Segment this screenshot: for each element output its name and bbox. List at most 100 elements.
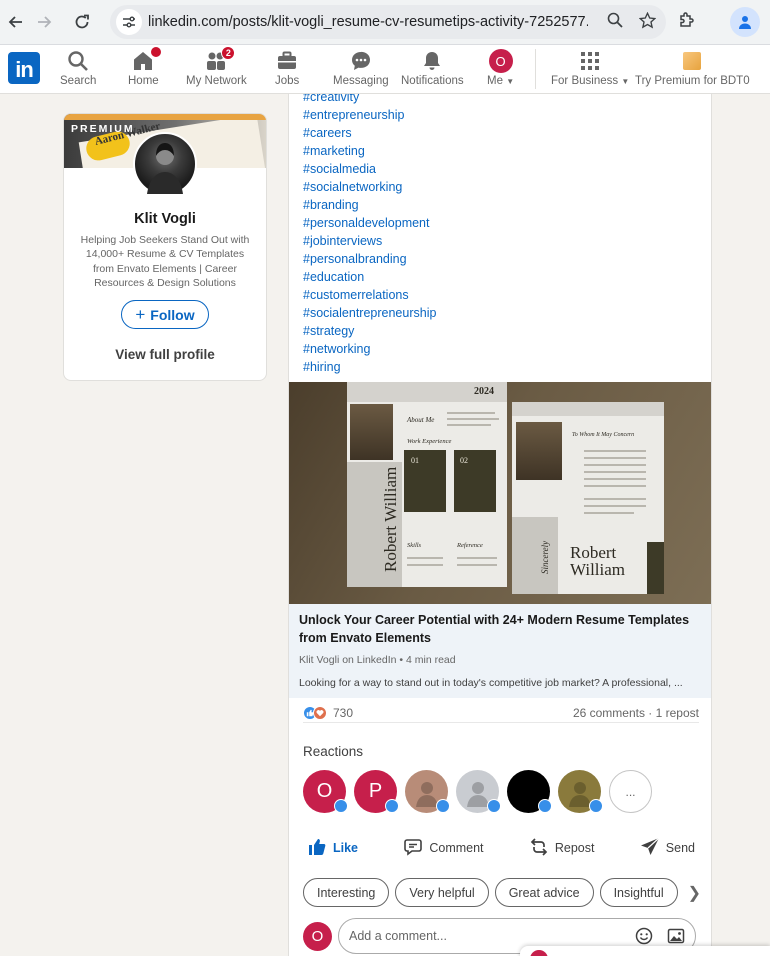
author-avatar[interactable] — [133, 132, 197, 196]
bookmark-star-icon[interactable] — [638, 11, 657, 34]
like-reaction-icon — [589, 799, 603, 813]
suggestion-chip[interactable]: Insightful — [599, 878, 678, 907]
hashtag-link[interactable]: #careers — [303, 124, 436, 142]
reload-icon[interactable] — [67, 7, 97, 37]
resume-name-vertical: Robert William — [381, 466, 400, 572]
reactor-avatar[interactable]: P — [354, 770, 399, 813]
thumbs-up-icon — [307, 837, 327, 860]
article-author: Klit Vogli on LinkedIn • 4 min read — [299, 654, 456, 666]
nav-me[interactable]: O Me ▼ — [487, 49, 514, 87]
hashtag-link[interactable]: #entrepreneurship — [303, 106, 436, 124]
view-full-profile-link[interactable]: View full profile — [64, 347, 266, 362]
send-icon — [640, 837, 660, 860]
bell-icon — [421, 49, 443, 73]
nav-messaging[interactable]: Messaging — [333, 49, 389, 87]
comments-reposts-count[interactable]: 26 comments · 1 repost — [573, 706, 699, 720]
browser-profile-icon[interactable] — [730, 7, 760, 37]
resume-year: 2024 — [474, 386, 494, 397]
nav-home[interactable]: Home — [128, 46, 163, 87]
follow-button[interactable]: + Follow — [121, 300, 209, 329]
reactor-avatar[interactable] — [507, 770, 552, 813]
banner-premium-text: PREMIUM — [71, 123, 135, 135]
reactor-avatar[interactable] — [405, 770, 450, 813]
hashtag-link[interactable]: #branding — [303, 196, 436, 214]
home-icon — [132, 46, 163, 73]
reactor-avatar[interactable]: O — [303, 770, 348, 813]
address-bar[interactable]: linkedin.com/posts/klit-vogli_resume-cv-… — [110, 5, 666, 39]
comment-label: Comment — [429, 841, 484, 855]
article-preview[interactable]: Unlock Your Career Potential with 24+ Mo… — [289, 604, 711, 698]
linkedin-logo-icon[interactable]: in — [8, 52, 40, 84]
reactions-heading: Reactions — [303, 744, 364, 759]
comment-button[interactable]: Comment — [399, 834, 487, 862]
send-button[interactable]: Send — [636, 834, 699, 862]
hashtag-link[interactable]: #personaldevelopment — [303, 214, 436, 232]
reaction-summary[interactable]: 730 — [303, 705, 354, 720]
hashtag-link[interactable]: #strategy — [303, 322, 436, 340]
like-reaction-icon — [538, 799, 552, 813]
hashtag-link[interactable]: #networking — [303, 340, 436, 358]
work-item-number-1: 01 — [411, 456, 419, 465]
nav-jobs[interactable]: Jobs — [275, 49, 299, 87]
reactor-letter: ... — [625, 784, 636, 799]
author-name[interactable]: Klit Vogli — [64, 211, 266, 227]
browser-toolbar: linkedin.com/posts/klit-vogli_resume-cv-… — [0, 0, 770, 45]
extensions-icon[interactable] — [678, 11, 696, 34]
resume-name-line-2: William — [570, 560, 626, 579]
author-profile-card: Aaron Walker PREMIUM Klit Vogli Helping … — [63, 113, 267, 381]
send-label: Send — [665, 841, 695, 855]
zoom-icon[interactable] — [607, 12, 623, 34]
reactions-count: 730 — [333, 705, 354, 720]
nav-try-premium-label: Try Premium for BDT0 — [635, 75, 750, 87]
reactor-avatar[interactable] — [558, 770, 603, 813]
resume-mockup-2: To Whom It May Concern Sincerely Robert … — [512, 402, 664, 594]
hashtag-link[interactable]: #marketing — [303, 142, 436, 160]
hashtag-link[interactable]: #education — [303, 268, 436, 286]
chevron-right-icon[interactable]: ❯ — [688, 883, 701, 903]
hashtag-link[interactable]: #socialmedia — [303, 160, 436, 178]
repost-button[interactable]: Repost — [525, 834, 599, 862]
work-item-number-2: 02 — [460, 456, 468, 465]
nav-my-network[interactable]: 2 My Network — [186, 46, 247, 87]
url-text[interactable]: linkedin.com/posts/klit-vogli_resume-cv-… — [148, 14, 588, 30]
nav-my-network-label: My Network — [186, 75, 247, 87]
hashtag-link[interactable]: #socialnetworking — [303, 178, 436, 196]
suggestion-chip[interactable]: Interesting — [303, 878, 390, 907]
nav-home-label: Home — [128, 75, 159, 87]
article-title[interactable]: Unlock Your Career Potential with 24+ Mo… — [299, 611, 699, 647]
like-reaction-icon — [436, 799, 450, 813]
love-reaction-icon — [313, 705, 327, 720]
article-image[interactable]: 2024 About Me Work Experience 01 02 Robe… — [289, 382, 711, 604]
nav-notifications[interactable]: Notifications — [401, 49, 464, 87]
image-icon[interactable] — [667, 927, 685, 948]
nav-for-business[interactable]: For Business ▼ — [551, 49, 629, 87]
hashtag-link[interactable]: #hiring — [303, 358, 436, 376]
hashtag-list: #creativity #entrepreneurship #careers #mar… — [303, 94, 436, 376]
hashtag-link[interactable]: #customerrelations — [303, 286, 436, 304]
article-snippet: Looking for a way to stand out in today'… — [299, 677, 683, 689]
reactor-avatar[interactable] — [456, 770, 501, 813]
back-icon[interactable] — [0, 7, 30, 37]
like-button[interactable]: Like — [303, 834, 362, 862]
nav-search-label: Search — [60, 75, 97, 87]
hashtag-link[interactable]: #creativity — [303, 94, 436, 106]
nav-search[interactable]: Search — [60, 49, 96, 87]
hashtag-link[interactable]: #personalbranding — [303, 250, 436, 268]
hashtag-link[interactable]: #jobinterviews — [303, 232, 436, 250]
site-settings-icon[interactable] — [116, 9, 142, 35]
emoji-icon[interactable] — [635, 927, 653, 948]
post-container: #creativity #entrepreneurship #careers #mar… — [288, 94, 712, 956]
suggestion-chip[interactable]: Great advice — [494, 878, 594, 907]
repost-icon — [529, 837, 549, 860]
follow-label: Follow — [150, 306, 195, 323]
nav-try-premium[interactable]: Try Premium for BDT0 — [635, 49, 750, 87]
more-reactors-button[interactable]: ... — [609, 770, 652, 813]
nav-for-business-label: For Business — [551, 75, 619, 87]
comment-icon — [403, 837, 423, 860]
suggestion-chip[interactable]: Very helpful — [395, 878, 489, 907]
messaging-overlay-tab[interactable] — [520, 946, 770, 956]
hashtag-link[interactable]: #socialentrepreneurship — [303, 304, 436, 322]
nav-me-label: Me — [487, 75, 503, 87]
forward-icon[interactable] — [30, 7, 60, 37]
comment-placeholder: Add a comment... — [349, 929, 447, 943]
